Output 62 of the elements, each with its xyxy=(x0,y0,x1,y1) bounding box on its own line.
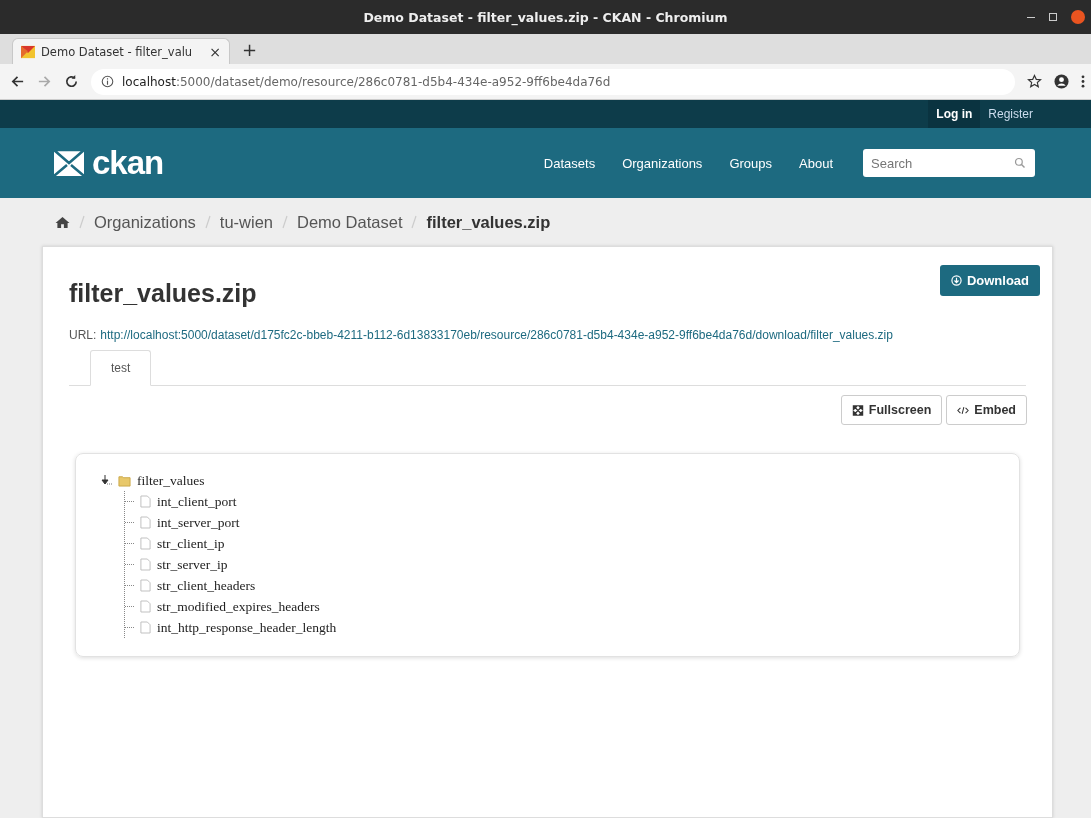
view-tab[interactable]: test xyxy=(90,350,152,386)
folder-icon xyxy=(118,474,131,487)
resource-url-link[interactable]: http://localhost:5000/dataset/d175fc2c-bbeb-4211-b112-6d13833170eb/resource/286c0781-d5b4-434e-a952-9ff6be4da76d/download/filter_values.zip xyxy=(100,328,893,342)
menu-icon[interactable] xyxy=(1081,74,1085,89)
window-title: Demo Dataset - filter_values.zip - CKAN - Chromium xyxy=(363,9,728,25)
breadcrumb-link[interactable]: tu-wien xyxy=(219,212,273,232)
minimize-icon[interactable] xyxy=(1027,16,1035,18)
breadcrumb-link[interactable]: Organizations xyxy=(94,212,196,232)
download-button[interactable]: Download xyxy=(939,265,1040,296)
breadcrumb-link[interactable]: filter_values.zip xyxy=(426,212,551,232)
logo-icon xyxy=(54,150,84,176)
separator-icon xyxy=(204,215,211,229)
tree-item[interactable]: int_server_port xyxy=(157,514,240,531)
separator-icon xyxy=(411,215,418,229)
file-icon xyxy=(140,579,151,592)
favicon-icon xyxy=(21,44,35,59)
tab-title: Demo Dataset - filter_valu xyxy=(41,44,193,59)
tree-item[interactable]: str_client_ip xyxy=(157,535,225,552)
tree-item[interactable]: str_server_ip xyxy=(157,556,228,573)
home-icon[interactable] xyxy=(55,215,70,229)
tree-item[interactable]: filter_values xyxy=(137,472,205,489)
search-icon[interactable] xyxy=(1014,157,1026,169)
nav-link[interactable]: Datasets xyxy=(543,155,596,171)
tree-item[interactable]: int_client_port xyxy=(157,493,237,510)
separator-icon xyxy=(79,215,85,229)
account-link[interactable]: Register xyxy=(980,100,1041,128)
search-field[interactable]: Search xyxy=(863,149,1035,177)
logo-text: ckan xyxy=(92,144,164,182)
info-icon xyxy=(101,75,114,88)
tree-item[interactable]: str_client_headers xyxy=(157,577,256,594)
expanded-icon[interactable] xyxy=(100,474,112,487)
address-field[interactable]: localhost:5000/dataset/demo/resource/286c0781-d5b4-434e-a952-9ff6be4da76d xyxy=(91,68,1015,95)
star-icon[interactable] xyxy=(1027,74,1042,89)
file-icon xyxy=(140,621,151,634)
account-link[interactable]: Log in xyxy=(928,100,981,128)
url-label: URL: xyxy=(69,328,97,342)
reload-icon[interactable] xyxy=(64,74,79,89)
file-icon xyxy=(140,537,151,550)
tree-item[interactable]: int_http_response_header_length xyxy=(157,619,337,636)
tab-close-button[interactable]: × xyxy=(209,43,221,60)
expand-icon xyxy=(851,404,864,416)
file-icon xyxy=(140,600,151,613)
resource-title: filter_values.zip xyxy=(69,279,257,308)
profile-icon[interactable] xyxy=(1054,74,1069,89)
breadcrumb-link[interactable]: Demo Dataset xyxy=(297,212,403,232)
file-icon xyxy=(140,516,151,529)
close-icon[interactable] xyxy=(1071,10,1085,24)
code-icon xyxy=(957,404,970,416)
nav-link[interactable]: About xyxy=(799,155,833,171)
file-icon xyxy=(140,558,151,571)
fullscreen-button[interactable]: Fullscreen xyxy=(840,395,943,425)
file-icon xyxy=(140,495,151,508)
separator-icon xyxy=(282,215,288,229)
download-icon xyxy=(950,275,962,286)
browser-tab[interactable]: Demo Dataset - filter_valu × xyxy=(12,38,230,64)
nav-link[interactable]: Organizations xyxy=(622,155,703,171)
tree-item[interactable]: str_modified_expires_headers xyxy=(157,598,320,615)
new-tab-button[interactable]: + xyxy=(242,39,258,60)
embed-button[interactable]: Embed xyxy=(946,395,1027,425)
back-icon[interactable] xyxy=(10,74,25,89)
maximize-icon[interactable] xyxy=(1049,13,1057,21)
nav-link[interactable]: Groups xyxy=(729,155,772,171)
